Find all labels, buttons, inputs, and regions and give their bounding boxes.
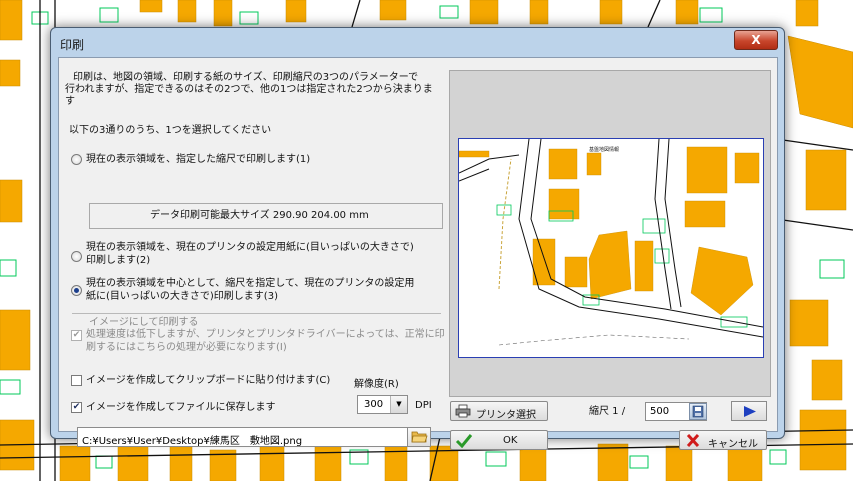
resolution-label: 解像度(R) bbox=[354, 379, 399, 390]
save-file-checkbox[interactable]: ✔ bbox=[71, 402, 82, 413]
next-button[interactable] bbox=[731, 401, 767, 421]
file-path-value: C:¥Users¥User¥Desktop¥練馬区 敷地図.png bbox=[82, 436, 303, 447]
floppy-disk-icon bbox=[692, 405, 704, 418]
separator bbox=[72, 313, 441, 314]
close-icon: X bbox=[751, 33, 761, 47]
dpi-label: DPI bbox=[415, 400, 432, 411]
print-dialog: 印刷 X 印刷は、地図の領域、印刷する紙のサイズ、印刷縮尺の3つのパラメーターで… bbox=[50, 27, 785, 450]
dialog-title-bar[interactable]: 印刷 X bbox=[51, 28, 784, 58]
clipboard-label[interactable]: イメージを作成してクリップボードに貼り付けます(C) bbox=[86, 374, 330, 387]
choose-prompt: 以下の3通りのうち、1つを選択してください bbox=[69, 125, 272, 136]
printer-select-label: プリンタ選択 bbox=[476, 410, 536, 421]
option-2-label-line-1[interactable]: 現在の表示領域を、現在のプリンタの設定用紙に(目いっぱいの大きさで) bbox=[86, 241, 414, 254]
printer-icon bbox=[455, 404, 471, 418]
option-3-label-line-2[interactable]: 紙に(目いっぱいの大きさで)印刷します(3) bbox=[86, 290, 278, 303]
clipboard-checkbox[interactable] bbox=[71, 375, 82, 386]
checkmark-icon: ✔ bbox=[72, 330, 81, 340]
resolution-select[interactable]: 300 ▼ bbox=[357, 395, 408, 414]
folder-icon bbox=[411, 431, 428, 443]
max-size-text: データ印刷可能最大サイズ 290.90 204.00 mm bbox=[150, 210, 369, 221]
checkmark-icon: ✔ bbox=[72, 402, 81, 412]
print-preview-area: 基盤地図情報 bbox=[449, 70, 771, 397]
close-button[interactable]: X bbox=[734, 30, 778, 50]
cancel-x-icon bbox=[686, 434, 700, 447]
scale-label: 縮尺 1 / bbox=[589, 406, 626, 417]
image-print-line-2: 刷するにはこちらの処理が必要になります(I) bbox=[86, 342, 287, 353]
description-line-2: 行われますが、指定できるのはその2つで、他の1つは指定された2つから決まりま bbox=[65, 84, 433, 95]
option-2-label-line-2[interactable]: 印刷します(2) bbox=[86, 254, 150, 267]
save-file-label[interactable]: イメージを作成してファイルに保存します bbox=[86, 401, 276, 414]
option-3-label-line-1[interactable]: 現在の表示領域を中心として、縮尺を指定して、現在のプリンタの設定用 bbox=[86, 277, 414, 290]
chevron-down-icon: ▼ bbox=[390, 396, 407, 413]
ok-label: OK bbox=[503, 435, 518, 446]
file-path-input[interactable]: C:¥Users¥User¥Desktop¥練馬区 敷地図.png bbox=[77, 427, 429, 447]
image-print-checkbox[interactable]: ✔ bbox=[71, 330, 82, 341]
preview-paper: 基盤地図情報 bbox=[458, 138, 764, 358]
resolution-value: 300 bbox=[364, 399, 384, 410]
preview-map: 基盤地図情報 bbox=[459, 139, 763, 357]
option-2-radio[interactable] bbox=[71, 251, 82, 262]
image-print-line-1: 処理速度は低下しますが、プリンタとプリンタドライバーによっては、正常に印 bbox=[86, 329, 445, 340]
ok-button[interactable]: OK bbox=[450, 430, 548, 450]
description-line-3: す bbox=[65, 96, 75, 107]
scale-value: 500 bbox=[650, 406, 670, 417]
max-size-box: データ印刷可能最大サイズ 290.90 204.00 mm bbox=[89, 203, 443, 229]
printer-select-button[interactable]: プリンタ選択 bbox=[450, 401, 548, 421]
scale-save-button[interactable] bbox=[689, 403, 707, 420]
checkmark-icon bbox=[455, 434, 473, 448]
browse-folder-button[interactable] bbox=[407, 427, 431, 447]
play-arrow-icon bbox=[744, 406, 756, 417]
cancel-button[interactable]: キャンセル bbox=[679, 430, 767, 450]
preview-header: 基盤地図情報 bbox=[589, 146, 619, 153]
option-3-radio[interactable] bbox=[71, 285, 82, 296]
dialog-client-area: 印刷は、地図の領域、印刷する紙のサイズ、印刷縮尺の3つのパラメーターで 行われま… bbox=[58, 57, 778, 450]
dialog-title: 印刷 bbox=[60, 38, 85, 52]
option-1-label[interactable]: 現在の表示領域を、指定した縮尺で印刷します(1) bbox=[86, 153, 310, 166]
cancel-label: キャンセル bbox=[708, 439, 758, 450]
option-1-radio[interactable] bbox=[71, 154, 82, 165]
